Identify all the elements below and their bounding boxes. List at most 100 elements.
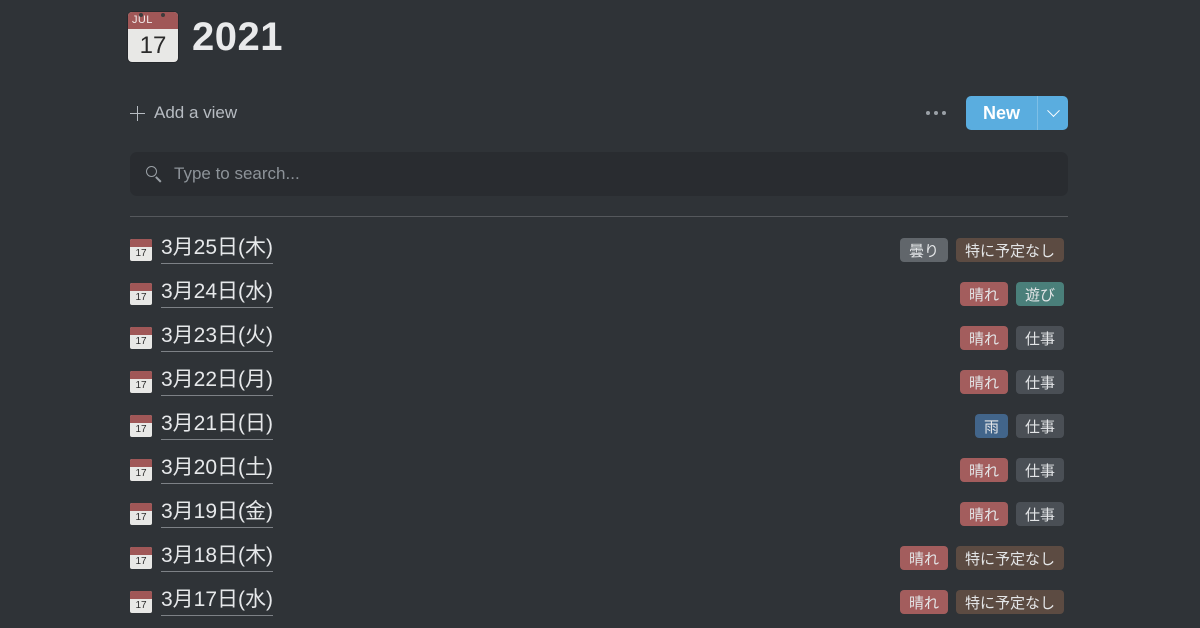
status-badge[interactable]: 晴れ (959, 326, 1008, 350)
calendar-ring-right (161, 13, 165, 17)
row-main: 17 3月23日(火) (130, 324, 274, 352)
row-main: 17 3月19日(金) (130, 500, 274, 528)
status-badge[interactable]: 仕事 (1015, 502, 1064, 526)
table-row[interactable]: 17 3月21日(日) 雨仕事 (130, 404, 1068, 448)
page-title: 2021 (192, 15, 283, 59)
entry-date-link[interactable]: 3月18日(木) (161, 544, 274, 572)
search-bar[interactable] (130, 152, 1068, 196)
table-row[interactable]: 17 3月19日(金) 晴れ 仕事 (130, 492, 1068, 536)
new-button-group: New (965, 96, 1068, 130)
row-main: 17 3月21日(日) (130, 412, 274, 440)
tag-group: 晴れ 仕事 (959, 458, 1064, 482)
calendar-icon-header (130, 238, 152, 247)
status-badge[interactable]: 仕事 (1015, 370, 1064, 394)
page-header: JUL 17 2021 (128, 6, 283, 68)
status-badge[interactable]: 晴れ (959, 282, 1008, 306)
calendar-icon-header (130, 502, 152, 511)
tag-group: 晴れ 特に予定なし (899, 546, 1064, 570)
add-view-button[interactable]: Add a view (128, 101, 239, 125)
calendar-icon-header (130, 458, 152, 467)
calendar-icon-day: 17 (135, 512, 147, 524)
entry-date-link[interactable]: 3月20日(土) (161, 456, 274, 484)
status-badge[interactable]: 晴れ (959, 458, 1008, 482)
entry-date-link[interactable]: 3月17日(水) (161, 588, 274, 616)
status-badge[interactable]: 晴れ (959, 502, 1008, 526)
row-main: 17 3月25日(木) (130, 236, 274, 264)
new-button[interactable]: New (966, 96, 1037, 130)
table-row[interactable]: 17 3月22日(月) 晴れ 仕事 (130, 360, 1068, 404)
calendar-icon-day: 17 (135, 468, 147, 480)
calendar-icon-day: 17 (135, 556, 147, 568)
table-row[interactable]: 17 3月23日(火) 晴れ 仕事 (130, 316, 1068, 360)
status-badge[interactable]: 晴れ (959, 370, 1008, 394)
search-input[interactable] (174, 164, 1052, 184)
calendar-icon-header (130, 590, 152, 599)
calendar-icon-day: 17 (135, 380, 147, 392)
entry-list: 17 3月25日(木) 曇り 特に予定なし 17 3月24日(水) 晴れ 遊び 17 3月23日(… (130, 228, 1068, 624)
calendar-icon-header (130, 326, 152, 335)
status-badge[interactable]: 仕事 (1015, 414, 1064, 438)
table-row[interactable]: 17 3月17日(水) 晴れ 特に予定なし (130, 580, 1068, 624)
calendar-icon: 17 (130, 458, 152, 481)
status-badge[interactable]: 晴れ (899, 546, 948, 570)
row-main: 17 3月20日(土) (130, 456, 274, 484)
entry-date-link[interactable]: 3月24日(水) (161, 280, 274, 308)
table-row[interactable]: 17 3月24日(水) 晴れ 遊び (130, 272, 1068, 316)
table-row[interactable]: 17 3月20日(土) 晴れ 仕事 (130, 448, 1068, 492)
calendar-icon: 17 (130, 282, 152, 305)
status-badge[interactable]: 仕事 (1015, 458, 1064, 482)
table-row[interactable]: 17 3月18日(木) 晴れ 特に予定なし (130, 536, 1068, 580)
dot-1 (925, 111, 930, 115)
dot-2 (933, 111, 938, 115)
row-main: 17 3月24日(水) (130, 280, 274, 308)
tag-group: 晴れ 仕事 (959, 502, 1064, 526)
tag-group: 晴れ 仕事 (959, 326, 1064, 350)
status-badge[interactable]: 晴れ (899, 590, 948, 614)
calendar-icon-header (130, 546, 152, 555)
app-page: JUL 17 2021 Add a view New Type to searc… (0, 0, 1200, 628)
calendar-icon: 17 (130, 238, 152, 261)
calendar-icon: 17 (130, 502, 152, 525)
dot-3 (941, 111, 946, 115)
status-badge[interactable]: 雨 (974, 414, 1008, 438)
tag-group: 晴れ 遊び (959, 282, 1064, 306)
calendar-icon-header (130, 282, 152, 291)
calendar-ring-left (139, 13, 143, 17)
add-view-label: Add a view (154, 103, 238, 122)
entry-date-link[interactable]: 3月19日(金) (161, 500, 274, 528)
calendar-icon-day: 17 (135, 248, 147, 260)
entry-date-link[interactable]: 3月22日(月) (161, 368, 274, 396)
tag-group: 雨仕事 (974, 414, 1064, 438)
calendar-icon-header (130, 370, 152, 379)
status-badge[interactable]: 特に予定なし (955, 238, 1064, 262)
search-icon (146, 166, 162, 182)
status-badge[interactable]: 仕事 (1015, 326, 1064, 350)
row-main: 17 3月17日(水) (130, 588, 274, 616)
tag-group: 曇り 特に予定なし (899, 238, 1064, 262)
table-row[interactable]: 17 3月25日(木) 曇り 特に予定なし (130, 228, 1068, 272)
entry-date-link[interactable]: 3月25日(木) (161, 236, 274, 264)
plus-icon (130, 105, 145, 121)
calendar-icon: 17 (130, 326, 152, 349)
entry-date-link[interactable]: 3月21日(日) (161, 412, 274, 440)
toolbar-actions: New (922, 96, 1068, 130)
row-main: 17 3月22日(月) (130, 368, 274, 396)
more-options-icon[interactable] (922, 105, 950, 121)
status-badge[interactable]: 遊び (1015, 282, 1064, 306)
calendar-icon-day: 17 (135, 424, 147, 436)
chevron-down-icon (1046, 103, 1060, 117)
status-badge[interactable]: 特に予定なし (955, 546, 1064, 570)
status-badge[interactable]: 曇り (899, 238, 948, 262)
calendar-icon: 17 (130, 414, 152, 437)
row-main: 17 3月18日(木) (130, 544, 274, 572)
calendar-icon-header (130, 414, 152, 423)
calendar-icon-day: 17 (135, 336, 147, 348)
status-badge[interactable]: 特に予定なし (955, 590, 1064, 614)
entry-date-link[interactable]: 3月23日(火) (161, 324, 274, 352)
search-icon-handle (155, 176, 162, 182)
calendar-icon: JUL 17 (128, 12, 178, 62)
calendar-icon-day: 17 (135, 292, 147, 304)
new-button-dropdown[interactable] (1037, 96, 1068, 130)
tag-group: 晴れ 特に予定なし (899, 590, 1064, 614)
calendar-icon: 17 (130, 590, 152, 613)
